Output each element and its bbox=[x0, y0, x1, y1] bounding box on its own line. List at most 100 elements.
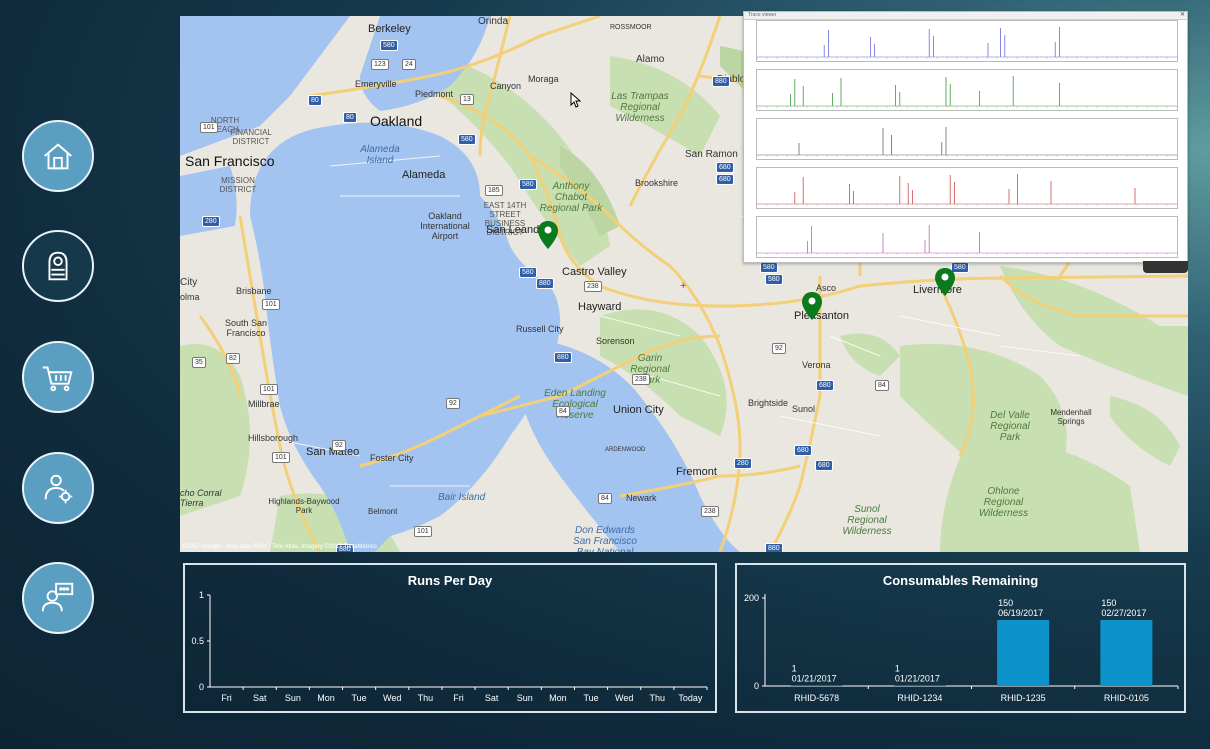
map-center-crosshair: + bbox=[680, 280, 687, 292]
trace-panel-4 bbox=[756, 167, 1178, 209]
cons-bar-value-label: 1 bbox=[792, 664, 797, 674]
map-label-las-trampas: Las Trampas Regional Wilderness bbox=[611, 91, 669, 124]
map-label-alameda-island: Alameda Island bbox=[360, 144, 400, 166]
trace-panel-3 bbox=[756, 118, 1178, 160]
runs-x-tick-label: Today bbox=[678, 693, 703, 703]
highway-shield: 880 bbox=[536, 278, 554, 289]
map-label-hillsborough: Hillsborough bbox=[248, 433, 299, 443]
trace-panel-2 bbox=[756, 69, 1178, 111]
highway-shield: 238 bbox=[701, 506, 719, 517]
highway-shield: 80 bbox=[308, 95, 322, 106]
runs-y-tick-label: 0 bbox=[199, 682, 204, 692]
cons-bar-date-label: 06/19/2017 bbox=[998, 608, 1043, 618]
highway-shield: 101 bbox=[200, 122, 218, 133]
runs-x-tick-label: Fri bbox=[453, 693, 464, 703]
map-label-sorenson: Sorenson bbox=[596, 336, 635, 346]
cons-bar bbox=[790, 685, 843, 687]
map-label-olma: olma bbox=[180, 292, 200, 302]
nav-support-chat-button[interactable] bbox=[22, 562, 94, 634]
map-label-alamo: Alamo bbox=[636, 54, 665, 65]
highway-shield: 580 bbox=[380, 40, 398, 51]
highway-shield: 84 bbox=[598, 493, 612, 504]
cons-bar-value-label: 150 bbox=[998, 598, 1013, 608]
runs-x-tick-label: Mon bbox=[549, 693, 567, 703]
map-label-garin: Garin Regional Park bbox=[630, 353, 670, 386]
map-label-ardenwood: ARDENWOOD bbox=[605, 447, 646, 453]
runs-x-tick-label: Sun bbox=[517, 693, 533, 703]
highway-shield: 580 bbox=[519, 179, 537, 190]
cons-bar-date-label: 02/27/2017 bbox=[1101, 608, 1146, 618]
cons-x-tick-label: RHID-1235 bbox=[1001, 693, 1046, 703]
map-label-rossmoor: ROSSMOOR bbox=[610, 24, 652, 31]
map-label-union-city: Union City bbox=[613, 404, 664, 416]
map-label-verona: Verona bbox=[802, 360, 831, 370]
map-label-san-francisco: San Francisco bbox=[185, 153, 275, 169]
highway-shield: 680 bbox=[816, 380, 834, 391]
map-label-eden-landing: Eden Landing Ecological Reserve bbox=[544, 388, 606, 421]
cons-bar-date-label: 01/21/2017 bbox=[792, 674, 837, 684]
cons-bar bbox=[1100, 620, 1153, 686]
highway-shield: 580 bbox=[458, 134, 476, 145]
map-label-orinda: Orinda bbox=[478, 16, 509, 27]
map-label-del-valle: Del Valle Regional Park bbox=[990, 410, 1030, 443]
nav-home-button[interactable] bbox=[22, 120, 94, 192]
map-label-mendenhall: Mendenhall Springs bbox=[1050, 408, 1092, 426]
runs-x-tick-label: Thu bbox=[418, 693, 434, 703]
mouse-cursor-icon bbox=[570, 92, 582, 108]
instrument-icon bbox=[48, 251, 68, 281]
map-label-mission: MISSION DISTRICT bbox=[219, 176, 257, 194]
map-label-south-sf: South San Francisco bbox=[224, 318, 268, 338]
runs-x-tick-label: Wed bbox=[615, 693, 633, 703]
map-label-cho-corral: cho Corral Tierra bbox=[180, 488, 222, 508]
runs-x-tick-label: Thu bbox=[650, 693, 666, 703]
nav-user-settings-button[interactable] bbox=[22, 452, 94, 524]
user-settings-icon bbox=[44, 474, 73, 504]
cons-x-tick-label: RHID-0105 bbox=[1104, 693, 1149, 703]
cons-bar-value-label: 150 bbox=[1101, 598, 1116, 608]
map-label-oakland: Oakland bbox=[370, 113, 423, 129]
highway-shield: 101 bbox=[272, 452, 290, 463]
map-label-emeryville: Emeryville bbox=[355, 79, 397, 89]
trace-viewer-window[interactable]: Trace viewer ✕ bbox=[743, 11, 1188, 263]
runs-y-tick-label: 0.5 bbox=[191, 636, 204, 646]
trace-viewer-tab[interactable] bbox=[1143, 261, 1188, 273]
highway-shield: 580 bbox=[765, 274, 783, 285]
cons-bar-date-label: 01/21/2017 bbox=[895, 674, 940, 684]
trace-viewer-titlebar[interactable]: Trace viewer bbox=[744, 12, 1187, 20]
highway-shield: 280 bbox=[202, 216, 220, 227]
highway-shield: 82 bbox=[226, 353, 240, 364]
cart-icon bbox=[42, 366, 73, 392]
map-label-city: City bbox=[180, 277, 198, 288]
map-label-canyon: Canyon bbox=[490, 81, 522, 91]
cons-y-tick-label: 200 bbox=[744, 593, 759, 603]
cons-x-tick-label: RHID-5678 bbox=[794, 693, 839, 703]
highway-shield: 238 bbox=[632, 374, 650, 385]
highway-shield: 880 bbox=[712, 76, 730, 87]
map-label-fremont: Fremont bbox=[676, 466, 717, 478]
trace-panel-1 bbox=[756, 20, 1178, 62]
highway-shield: 880 bbox=[765, 543, 783, 552]
highway-shield: 92 bbox=[446, 398, 460, 409]
consumables-panel: Consumables Remaining 0 200 RHID-5678 1 01/2… bbox=[735, 563, 1186, 713]
highway-shield: 680 bbox=[815, 460, 833, 471]
runs-x-tick-label: Sun bbox=[285, 693, 301, 703]
highway-shield: 101 bbox=[414, 526, 432, 537]
map-label-san-ramon: San Ramon bbox=[685, 149, 738, 160]
cons-y-tick-label: 0 bbox=[754, 681, 759, 691]
nav-cart-button[interactable] bbox=[22, 341, 94, 413]
nav-instrument-button[interactable] bbox=[22, 230, 94, 302]
map-pin-san-leandro[interactable] bbox=[538, 221, 558, 249]
home-icon bbox=[44, 143, 72, 170]
support-chat-icon bbox=[41, 582, 74, 612]
highway-shield: 123 bbox=[371, 59, 389, 70]
map-label-bair-island: Bair Island bbox=[438, 492, 486, 503]
highway-shield: 13 bbox=[460, 94, 474, 105]
map-label-millbrae: Millbrae bbox=[248, 399, 280, 409]
trace-close-icon[interactable]: ✕ bbox=[1180, 12, 1185, 19]
map-pin-pleasanton[interactable] bbox=[802, 292, 822, 320]
map-pin-livermore[interactable] bbox=[935, 268, 955, 296]
trace-panel-5 bbox=[756, 216, 1178, 258]
map-label-oakland-airport: Oakland International Airport bbox=[420, 211, 470, 241]
map-label-castro-valley: Castro Valley bbox=[562, 266, 627, 278]
cons-bar-value-label: 1 bbox=[895, 664, 900, 674]
